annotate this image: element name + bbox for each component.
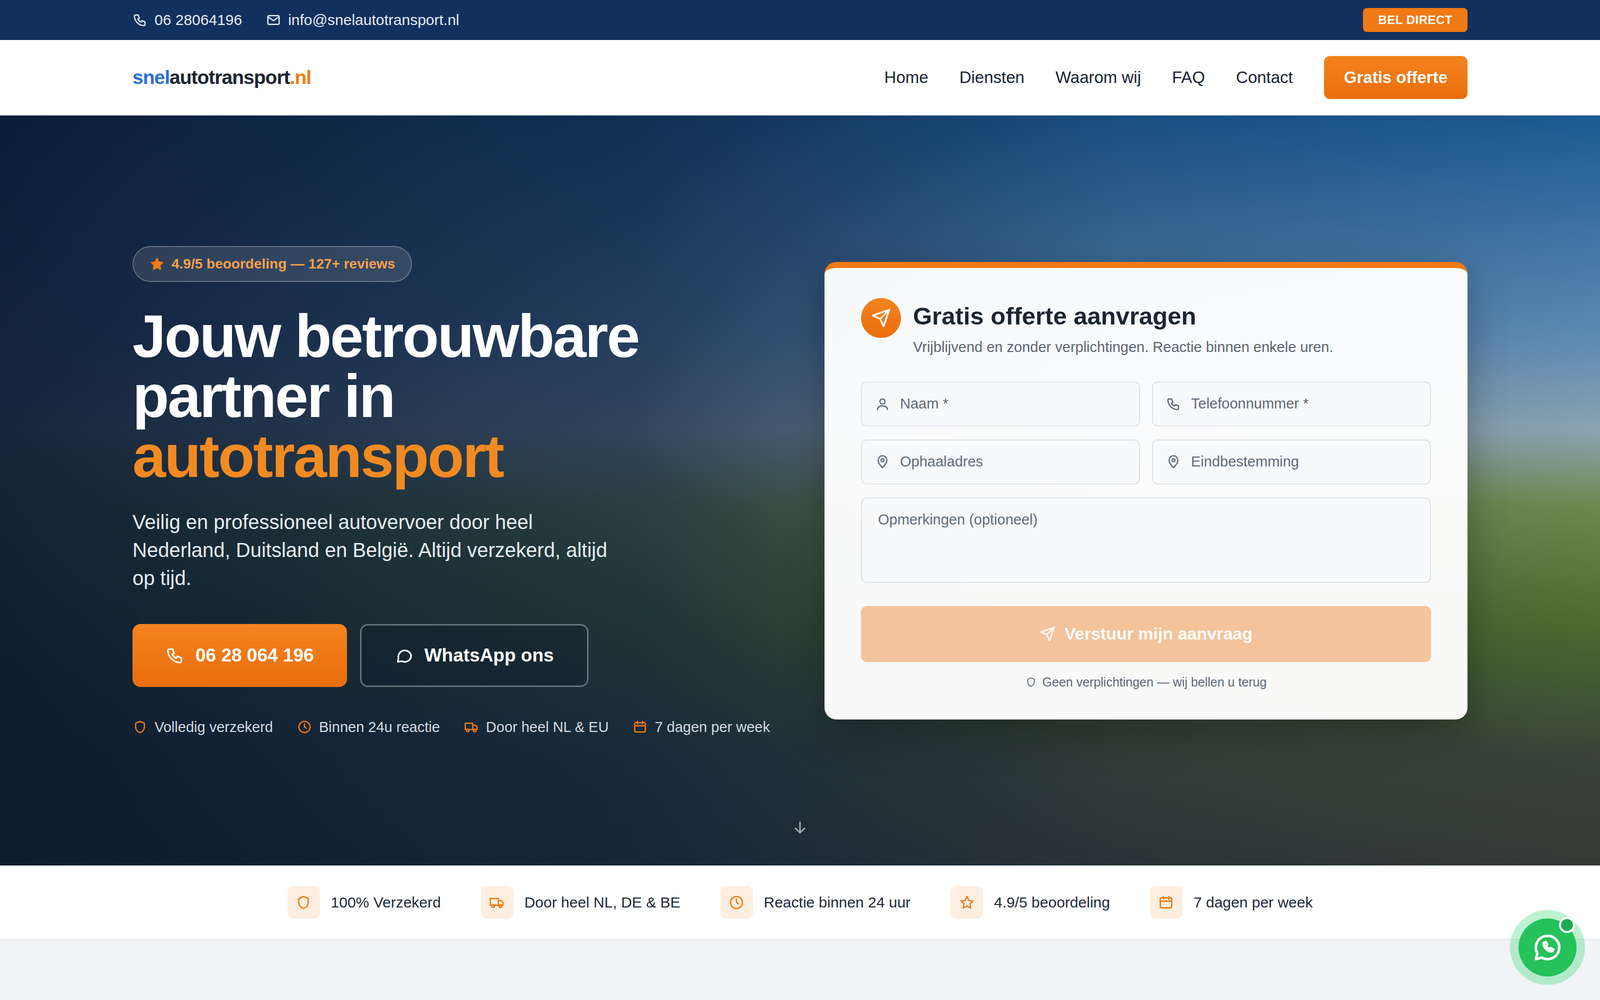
hero-title: Jouw betrouwbare partner in autotranspor… — [132, 306, 758, 486]
feature-item: Volledig verzekerd — [132, 719, 273, 736]
text-input[interactable] — [1190, 395, 1417, 413]
truck-icon — [489, 894, 505, 911]
form-note: Geen verplichtingen — wij bellen u terug — [861, 675, 1431, 690]
form-field[interactable] — [861, 439, 1140, 485]
hero-content: 4.9/5 beoordeling — 127+ reviews Jouw bet… — [132, 246, 785, 736]
phone-icon — [1166, 396, 1181, 412]
pin-icon — [875, 454, 890, 470]
nav-link[interactable]: Contact — [1236, 68, 1293, 87]
form-field[interactable] — [1152, 381, 1431, 427]
pin-icon — [1166, 454, 1181, 470]
online-dot — [1559, 917, 1575, 933]
remarks-textarea[interactable] — [861, 497, 1431, 583]
send-badge — [861, 298, 901, 338]
whatsapp-float-button[interactable] — [1510, 910, 1585, 985]
navbar: snelautotransport.nl Home Diensten Waarom w… — [0, 40, 1600, 116]
quote-button[interactable]: Gratis offerte — [1324, 56, 1468, 99]
arrow-icon — [791, 818, 809, 837]
form-subtitle: Vrijblijvend en zonder verplichtingen. R… — [913, 339, 1333, 356]
phone-icon — [165, 646, 185, 665]
form-field[interactable] — [1152, 439, 1431, 485]
call-direct-button[interactable]: BEL DIRECT — [1363, 8, 1468, 32]
feature-item: Door heel NL & EU — [464, 719, 609, 736]
truck-icon — [464, 719, 479, 735]
logo[interactable]: snelautotransport.nl — [132, 66, 311, 89]
text-input[interactable] — [899, 453, 1126, 471]
whatsapp-icon — [1532, 932, 1563, 963]
quote-form-card: Gratis offerte aanvragen Vrijblijvend en … — [824, 262, 1468, 720]
trust-item: 4.9/5 beoordeling — [950, 886, 1110, 919]
hero: 4.9/5 beoordeling — 127+ reviews Jouw bet… — [0, 115, 1600, 866]
hero-features: Volledig verzekerd Binnen 24u reactie Door… — [132, 719, 770, 736]
send-icon — [1039, 626, 1056, 642]
trust-item: 100% Verzekerd — [287, 886, 441, 919]
clock-icon — [728, 894, 745, 911]
top-bar: 06 28064196 info@snelautotransport.nl BEL … — [0, 0, 1600, 40]
feature-item: 7 dagen per week — [632, 719, 770, 736]
top-email[interactable]: info@snelautotransport.nl — [266, 11, 459, 29]
nav-link[interactable]: Diensten — [959, 68, 1025, 87]
nav-link[interactable]: FAQ — [1172, 68, 1205, 87]
shield-icon — [1025, 676, 1037, 688]
page: 06 28064196 info@snelautotransport.nl BEL … — [0, 0, 1600, 1000]
send-icon — [871, 308, 891, 328]
chat-icon — [394, 646, 414, 665]
nav-link[interactable]: Waarom wij — [1055, 68, 1141, 87]
calendar-icon — [1158, 894, 1174, 911]
feature-item: Binnen 24u reactie — [297, 719, 440, 736]
trust-item: 7 dagen per week — [1150, 886, 1313, 919]
form-field[interactable] — [861, 381, 1140, 427]
mail-icon — [266, 12, 281, 28]
rating-badge: 4.9/5 beoordeling — 127+ reviews — [132, 246, 412, 282]
calendar-icon — [632, 719, 648, 735]
star-icon — [149, 256, 165, 272]
next-section — [0, 940, 1600, 1000]
trust-item: Door heel NL, DE & BE — [481, 886, 681, 919]
top-phone[interactable]: 06 28064196 — [132, 11, 242, 29]
trust-strip: 100% Verzekerd Door heel NL, DE & BE React… — [0, 865, 1600, 940]
trust-item: Reactie binnen 24 uur — [720, 886, 911, 919]
shield-icon — [132, 719, 148, 735]
phone-icon — [132, 12, 148, 28]
text-input[interactable] — [1190, 453, 1417, 471]
text-input[interactable] — [899, 395, 1126, 413]
star-icon — [959, 894, 975, 911]
nav-links: Home Diensten Waarom wij FAQ Contact Gratis o… — [884, 56, 1468, 99]
form-title: Gratis offerte aanvragen — [913, 302, 1333, 330]
hero-subtitle: Veilig en professioneel autovervoer door… — [132, 508, 633, 592]
scroll-down[interactable] — [791, 818, 809, 839]
user-icon — [875, 396, 890, 412]
clock-icon — [297, 719, 312, 735]
whatsapp-button[interactable]: WhatsApp ons — [360, 624, 589, 687]
submit-button[interactable]: Verstuur mijn aanvraag — [861, 606, 1431, 662]
call-button[interactable]: 06 28 064 196 — [132, 624, 347, 687]
shield-icon — [295, 894, 312, 911]
nav-link[interactable]: Home — [884, 68, 929, 87]
